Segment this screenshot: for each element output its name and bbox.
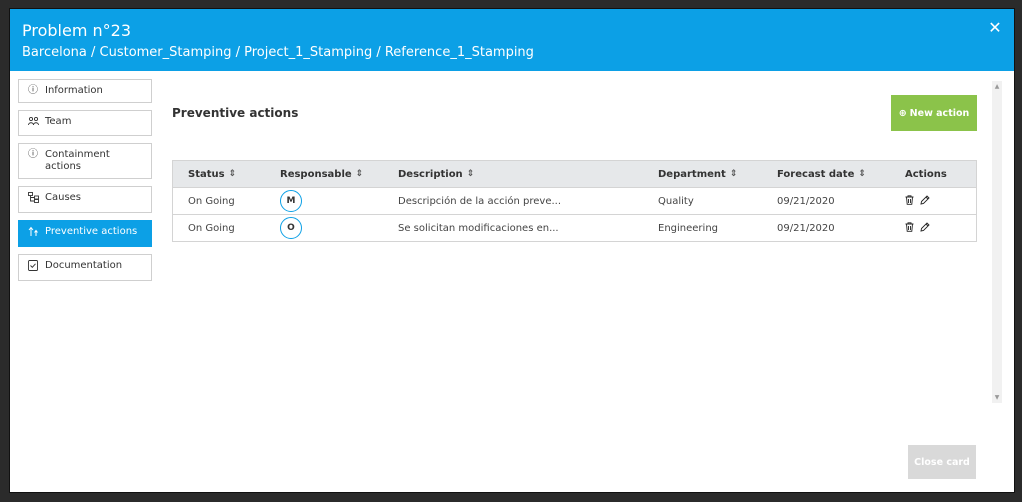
table-header: Status ⇕ Responsable ⇕ Description ⇕ Depart… [173, 161, 976, 187]
problem-modal: Problem n°23 Barcelona / Customer_Stampi… [9, 8, 1015, 493]
column-header-label: Actions [905, 168, 947, 180]
table-row[interactable]: On Going O Se solicitan modificaciones e… [173, 214, 976, 241]
sidebar-item-preventive-actions[interactable]: Preventive actions [18, 220, 152, 247]
document-icon [27, 260, 39, 275]
info-icon: ⓘ [28, 85, 38, 96]
column-header-description[interactable]: Description ⇕ [383, 169, 643, 180]
preventive-actions-table: Status ⇕ Responsable ⇕ Description ⇕ Depart… [172, 160, 977, 242]
column-header-label: Status [188, 168, 225, 180]
sidebar-item-label: Information [45, 85, 103, 96]
causes-icon [27, 192, 39, 207]
column-header-label: Responsable [280, 168, 352, 180]
scroll-down-icon[interactable]: ▼ [992, 394, 1002, 401]
forecast-date-cell: 09/21/2020 [777, 195, 835, 207]
sidebar-item-containment-actions[interactable]: ⓘ Containment actions [18, 143, 152, 179]
column-header-label: Forecast date [777, 168, 855, 180]
new-action-label: New action [909, 107, 970, 119]
sort-icon[interactable]: ⇕ [858, 169, 866, 179]
sidebar-item-label: Team [45, 116, 72, 127]
column-header-label: Description [398, 168, 463, 180]
sort-icon[interactable]: ⇕ [356, 169, 364, 179]
sidebar-item-label: Documentation [45, 260, 123, 271]
column-header-status[interactable]: Status ⇕ [173, 169, 265, 180]
department-cell: Quality [658, 195, 694, 207]
description-cell: Se solicitan modificaciones en... [398, 222, 559, 234]
column-header-actions: Actions [890, 169, 976, 180]
preventive-icon [27, 226, 39, 241]
status-cell: On Going [188, 222, 235, 234]
info-icon: ⓘ [28, 149, 38, 160]
sidebar-item-information[interactable]: ⓘ Information [18, 79, 152, 103]
new-action-button[interactable]: ⊕ New action [891, 95, 977, 131]
status-cell: On Going [188, 195, 235, 207]
description-cell: Descripción de la acción preve... [398, 195, 562, 207]
sidebar-item-team[interactable]: Team [18, 110, 152, 136]
avatar[interactable]: O [280, 217, 302, 239]
sidebar-item-causes[interactable]: Causes [18, 186, 152, 213]
modal-breadcrumb: Barcelona / Customer_Stamping / Project_… [22, 45, 534, 60]
column-header-label: Department [658, 168, 726, 180]
close-card-button[interactable]: Close card [908, 445, 976, 479]
responsable-cell: O [265, 217, 383, 239]
main-content: Preventive actions ⊕ New action Status ⇕ … [170, 79, 994, 409]
trash-icon[interactable] [905, 194, 914, 208]
team-icon [27, 116, 39, 130]
sort-icon[interactable]: ⇕ [730, 169, 738, 179]
sidebar: ⓘ Information Team ⓘ Containment actions… [18, 79, 152, 288]
plus-circle-icon: ⊕ [898, 107, 907, 119]
sort-icon[interactable]: ⇕ [467, 169, 475, 179]
responsable-cell: M [265, 190, 383, 212]
edit-icon[interactable] [920, 194, 930, 208]
edit-icon[interactable] [920, 221, 930, 235]
column-header-responsable[interactable]: Responsable ⇕ [265, 169, 383, 180]
content-scrollbar[interactable]: ▲ ▼ [992, 81, 1002, 403]
avatar[interactable]: M [280, 190, 302, 212]
sidebar-item-documentation[interactable]: Documentation [18, 254, 152, 281]
table-row[interactable]: On Going M Descripción de la acción prev… [173, 187, 976, 214]
department-cell: Engineering [658, 222, 718, 234]
actions-cell [890, 194, 976, 208]
modal-header: Problem n°23 Barcelona / Customer_Stampi… [10, 9, 1014, 71]
sort-icon[interactable]: ⇕ [229, 169, 237, 179]
sidebar-item-label: Causes [45, 192, 82, 203]
section-title: Preventive actions [172, 106, 299, 120]
column-header-department[interactable]: Department ⇕ [643, 169, 762, 180]
scroll-up-icon[interactable]: ▲ [992, 83, 1002, 90]
sidebar-item-label: Containment actions [45, 149, 110, 172]
actions-cell [890, 221, 976, 235]
column-header-forecast-date[interactable]: Forecast date ⇕ [762, 169, 890, 180]
close-icon[interactable]: ✕ [986, 19, 1004, 37]
sidebar-item-label: Preventive actions [45, 226, 138, 237]
modal-title: Problem n°23 [22, 21, 131, 40]
trash-icon[interactable] [905, 221, 914, 235]
forecast-date-cell: 09/21/2020 [777, 222, 835, 234]
